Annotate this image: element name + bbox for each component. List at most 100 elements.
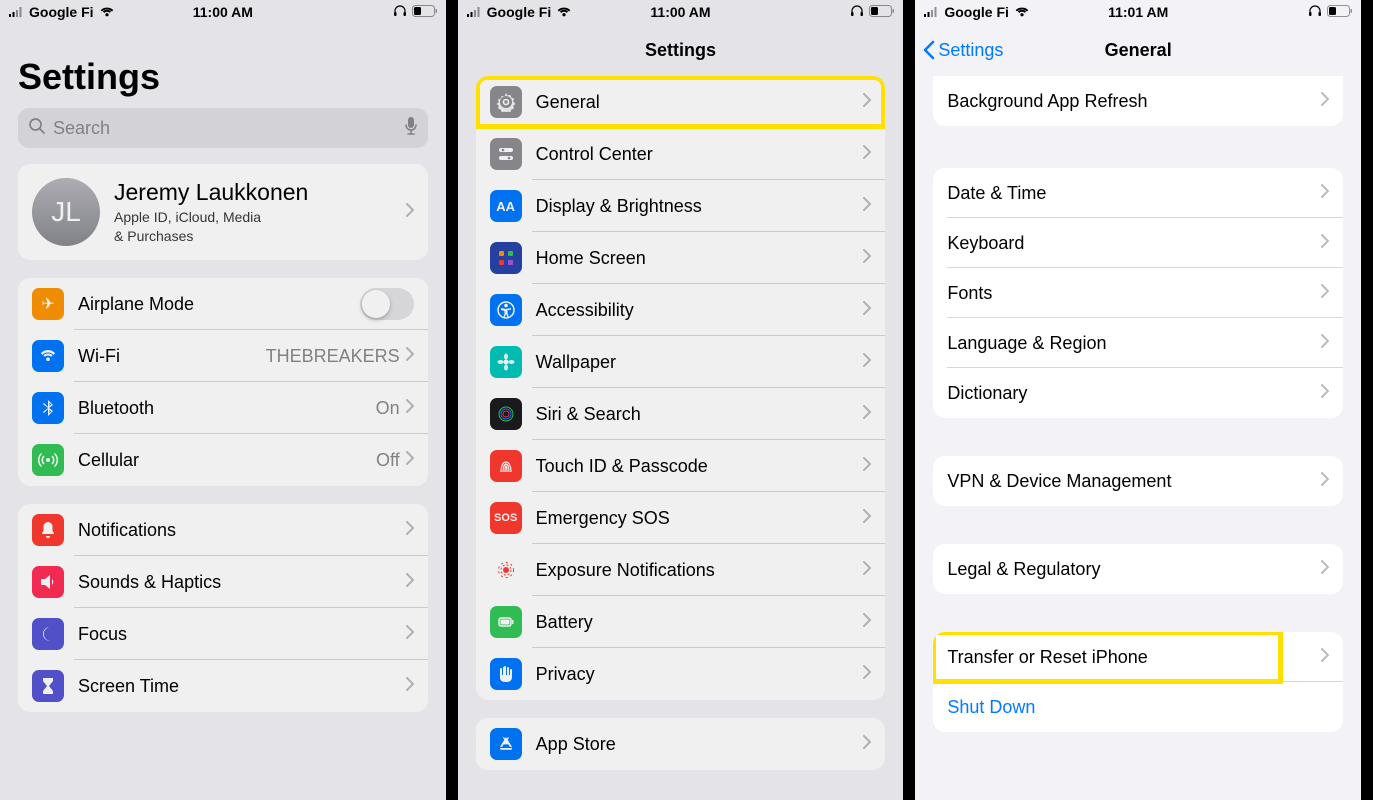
reset-group: Transfer or Reset iPhone Shut Down (933, 632, 1343, 732)
fonts-row[interactable]: Fonts (933, 268, 1343, 318)
nav-title: General (1105, 40, 1172, 61)
text-size-icon: AA (490, 190, 522, 222)
bell-icon (32, 514, 64, 546)
screen-time-row[interactable]: Screen Time (18, 660, 428, 712)
focus-row[interactable]: Focus (18, 608, 428, 660)
system-group: Notifications Sounds & Haptics Focus (18, 504, 428, 712)
home-screen-row[interactable]: Home Screen (476, 232, 886, 284)
chevron-right-icon (1321, 334, 1329, 353)
chevron-right-icon (406, 573, 414, 592)
emergency-sos-row[interactable]: SOS Emergency SOS (476, 492, 886, 544)
carrier-label: Google Fi (944, 4, 1009, 20)
airplane-mode-row[interactable]: ✈︎ Airplane Mode (18, 278, 428, 330)
chevron-right-icon (863, 145, 871, 164)
airplane-toggle[interactable] (360, 288, 414, 320)
chevron-right-icon (863, 301, 871, 320)
status-time: 11:00 AM (193, 4, 253, 20)
wallpaper-row[interactable]: Wallpaper (476, 336, 886, 388)
dictionary-row[interactable]: Dictionary (933, 368, 1343, 418)
back-button[interactable]: Settings (923, 40, 1003, 61)
battery-row[interactable]: Battery (476, 596, 886, 648)
avatar: JL (32, 178, 100, 246)
phone-general: Google Fi 11:01 AM Settings General Back… (915, 0, 1373, 800)
shut-down-row[interactable]: Shut Down (933, 682, 1343, 732)
status-time: 11:01 AM (1108, 4, 1168, 20)
vpn-group: VPN & Device Management (933, 456, 1343, 506)
search-input[interactable]: Search (18, 108, 428, 148)
back-label: Settings (938, 40, 1003, 61)
background-app-refresh-row[interactable]: Background App Refresh (933, 76, 1343, 126)
legal-row[interactable]: Legal & Regulatory (933, 544, 1343, 594)
status-time: 11:00 AM (650, 4, 710, 20)
language-region-row[interactable]: Language & Region (933, 318, 1343, 368)
chevron-right-icon (406, 203, 414, 222)
phone-settings-root: Google Fi 11:00 AM Settings Search (0, 0, 458, 800)
switches-icon (490, 138, 522, 170)
chevron-right-icon (406, 399, 414, 418)
account-sub: Apple ID, iCloud, Media& Purchases (114, 208, 392, 244)
exposure-row[interactable]: Exposure Notifications (476, 544, 886, 596)
chevron-right-icon (1321, 384, 1329, 403)
accessibility-row[interactable]: Accessibility (476, 284, 886, 336)
battery-settings-icon (490, 606, 522, 638)
control-center-row[interactable]: Control Center (476, 128, 886, 180)
nav-title: Settings (645, 40, 716, 61)
chevron-right-icon (863, 665, 871, 684)
mic-icon[interactable] (404, 116, 418, 141)
chevron-right-icon (406, 625, 414, 644)
vpn-row[interactable]: VPN & Device Management (933, 456, 1343, 506)
app-store-icon (490, 728, 522, 760)
account-name: Jeremy Laukkonen (114, 179, 392, 206)
search-placeholder: Search (53, 118, 397, 139)
wifi-row[interactable]: Wi-Fi THEBREAKERS (18, 330, 428, 382)
headphones-icon (393, 4, 407, 21)
app-store-row[interactable]: App Store (476, 718, 886, 770)
battery-icon (412, 4, 438, 20)
chevron-right-icon (1321, 184, 1329, 203)
chevron-right-icon (1321, 560, 1329, 579)
chevron-right-icon (863, 353, 871, 372)
chevron-right-icon (1321, 472, 1329, 491)
touch-id-row[interactable]: Touch ID & Passcode (476, 440, 886, 492)
main-settings-group: General Control Center AA Display & Brig… (476, 76, 886, 700)
chevron-right-icon (863, 249, 871, 268)
privacy-row[interactable]: Privacy (476, 648, 886, 700)
headphones-icon (1308, 4, 1322, 21)
cellular-value: Off (376, 450, 400, 471)
status-bar: Google Fi 11:01 AM (915, 0, 1361, 24)
date-time-row[interactable]: Date & Time (933, 168, 1343, 218)
sos-icon: SOS (490, 502, 522, 534)
chevron-right-icon (863, 561, 871, 580)
apple-id-row[interactable]: JL Jeremy Laukkonen Apple ID, iCloud, Me… (18, 164, 428, 260)
headphones-icon (850, 4, 864, 21)
chevron-right-icon (1321, 648, 1329, 667)
transfer-reset-row[interactable]: Transfer or Reset iPhone (933, 632, 1343, 682)
chevron-right-icon (406, 451, 414, 470)
chevron-right-icon (863, 197, 871, 216)
connectivity-group: ✈︎ Airplane Mode Wi-Fi THEBREAKERS Bluet… (18, 278, 428, 486)
fingerprint-icon (490, 450, 522, 482)
bluetooth-row[interactable]: Bluetooth On (18, 382, 428, 434)
notifications-row[interactable]: Notifications (18, 504, 428, 556)
chevron-left-icon (923, 40, 935, 60)
home-grid-icon (490, 242, 522, 274)
general-row[interactable]: General (476, 76, 886, 128)
chevron-right-icon (406, 521, 414, 540)
bluetooth-icon (32, 392, 64, 424)
speaker-icon (32, 566, 64, 598)
chevron-right-icon (863, 509, 871, 528)
keyboard-row[interactable]: Keyboard (933, 218, 1343, 268)
siri-row[interactable]: Siri & Search (476, 388, 886, 440)
search-icon (28, 117, 46, 140)
signal-icon (466, 4, 482, 20)
siri-icon (490, 398, 522, 430)
chevron-right-icon (406, 677, 414, 696)
nav-bar: Settings General (915, 24, 1361, 76)
display-row[interactable]: AA Display & Brightness (476, 180, 886, 232)
chevron-right-icon (863, 93, 871, 112)
signal-icon (8, 4, 24, 20)
cellular-row[interactable]: Cellular Off (18, 434, 428, 486)
page-title: Settings (0, 24, 446, 108)
sounds-row[interactable]: Sounds & Haptics (18, 556, 428, 608)
chevron-right-icon (863, 613, 871, 632)
